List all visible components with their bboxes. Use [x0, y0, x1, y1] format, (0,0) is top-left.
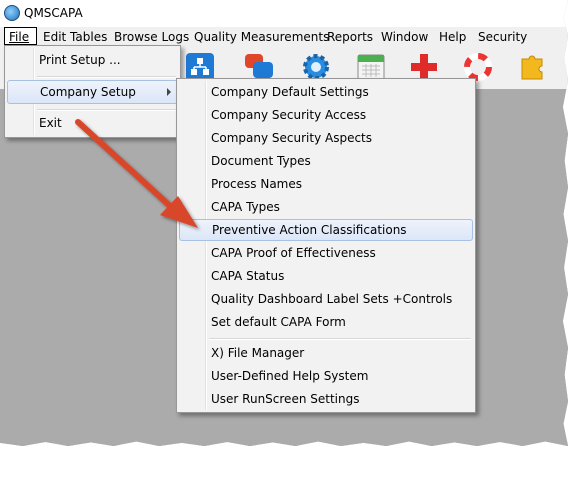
menu-item-label: User-Defined Help System — [211, 369, 369, 383]
menu-item-label: Exit — [39, 116, 62, 130]
menu-item-label: Preventive Action Classifications — [212, 223, 407, 237]
menu-item-quality-dashboard-label-sets[interactable]: Quality Dashboard Label Sets +Controls — [179, 288, 473, 310]
menu-item-label: X) File Manager — [211, 346, 305, 360]
menu-browse-logs[interactable]: Browse Logs — [114, 30, 189, 44]
menu-help[interactable]: Help — [439, 30, 466, 44]
menu-item-label: User RunScreen Settings — [211, 392, 360, 406]
file-menu: Print Setup ... Company Setup Exit — [4, 45, 181, 138]
company-setup-submenu: Company Default Settings Company Securit… — [176, 78, 476, 413]
menu-item-preventive-action-classifications[interactable]: Preventive Action Classifications — [179, 219, 473, 241]
menu-edit-tables[interactable]: Edit Tables — [43, 30, 107, 44]
menu-item-company-setup[interactable]: Company Setup — [7, 80, 178, 104]
menu-item-capa-status[interactable]: CAPA Status — [179, 265, 473, 287]
menu-item-label: CAPA Types — [211, 200, 280, 214]
menu-window[interactable]: Window — [381, 30, 428, 44]
menu-item-exit[interactable]: Exit — [7, 112, 178, 134]
menu-item-capa-types[interactable]: CAPA Types — [179, 196, 473, 218]
puzzle-icon[interactable] — [516, 51, 548, 83]
menu-item-print-setup[interactable]: Print Setup ... — [7, 49, 178, 71]
menu-item-label: Print Setup ... — [39, 53, 121, 67]
menu-item-label: Quality Dashboard Label Sets +Controls — [211, 292, 453, 306]
title-bar: QMSCAPA — [0, 0, 568, 27]
menu-quality-measurements[interactable]: Quality Measurements — [194, 30, 329, 44]
menu-file[interactable]: File — [4, 27, 37, 45]
menu-separator — [37, 76, 176, 78]
menu-item-label: Set default CAPA Form — [211, 315, 346, 329]
menu-item-label: Company Setup — [40, 85, 136, 99]
menu-item-user-defined-help-system[interactable]: User-Defined Help System — [179, 365, 473, 387]
menu-reports[interactable]: Reports — [327, 30, 373, 44]
menu-item-process-names[interactable]: Process Names — [179, 173, 473, 195]
menu-item-label: Company Security Aspects — [211, 131, 373, 145]
menu-item-label: Company Default Settings — [211, 85, 369, 99]
menu-item-label: CAPA Proof of Effectiveness — [211, 246, 376, 260]
menu-item-company-security-aspects[interactable]: Company Security Aspects — [179, 127, 473, 149]
submenu-arrow-icon — [167, 88, 171, 96]
menu-item-file-manager[interactable]: X) File Manager — [179, 342, 473, 364]
menu-bar: File Edit Tables Browse Logs Quality Mea… — [0, 27, 568, 47]
menu-item-document-types[interactable]: Document Types — [179, 150, 473, 172]
menu-item-set-default-capa-form[interactable]: Set default CAPA Form — [179, 311, 473, 333]
menu-item-label: CAPA Status — [211, 269, 285, 283]
app-logo-icon — [4, 5, 20, 21]
menu-separator — [209, 338, 471, 340]
menu-item-label: Document Types — [211, 154, 311, 168]
window-title: QMSCAPA — [24, 6, 83, 20]
menu-separator — [37, 109, 176, 111]
menu-item-user-runscreen-settings[interactable]: User RunScreen Settings — [179, 388, 473, 410]
menu-security[interactable]: Security — [478, 30, 527, 44]
menu-item-company-security-access[interactable]: Company Security Access — [179, 104, 473, 126]
menu-item-company-default-settings[interactable]: Company Default Settings — [179, 81, 473, 103]
menu-item-capa-proof-of-effectiveness[interactable]: CAPA Proof of Effectiveness — [179, 242, 473, 264]
menu-item-label: Company Security Access — [211, 108, 367, 122]
menu-item-label: Process Names — [211, 177, 302, 191]
